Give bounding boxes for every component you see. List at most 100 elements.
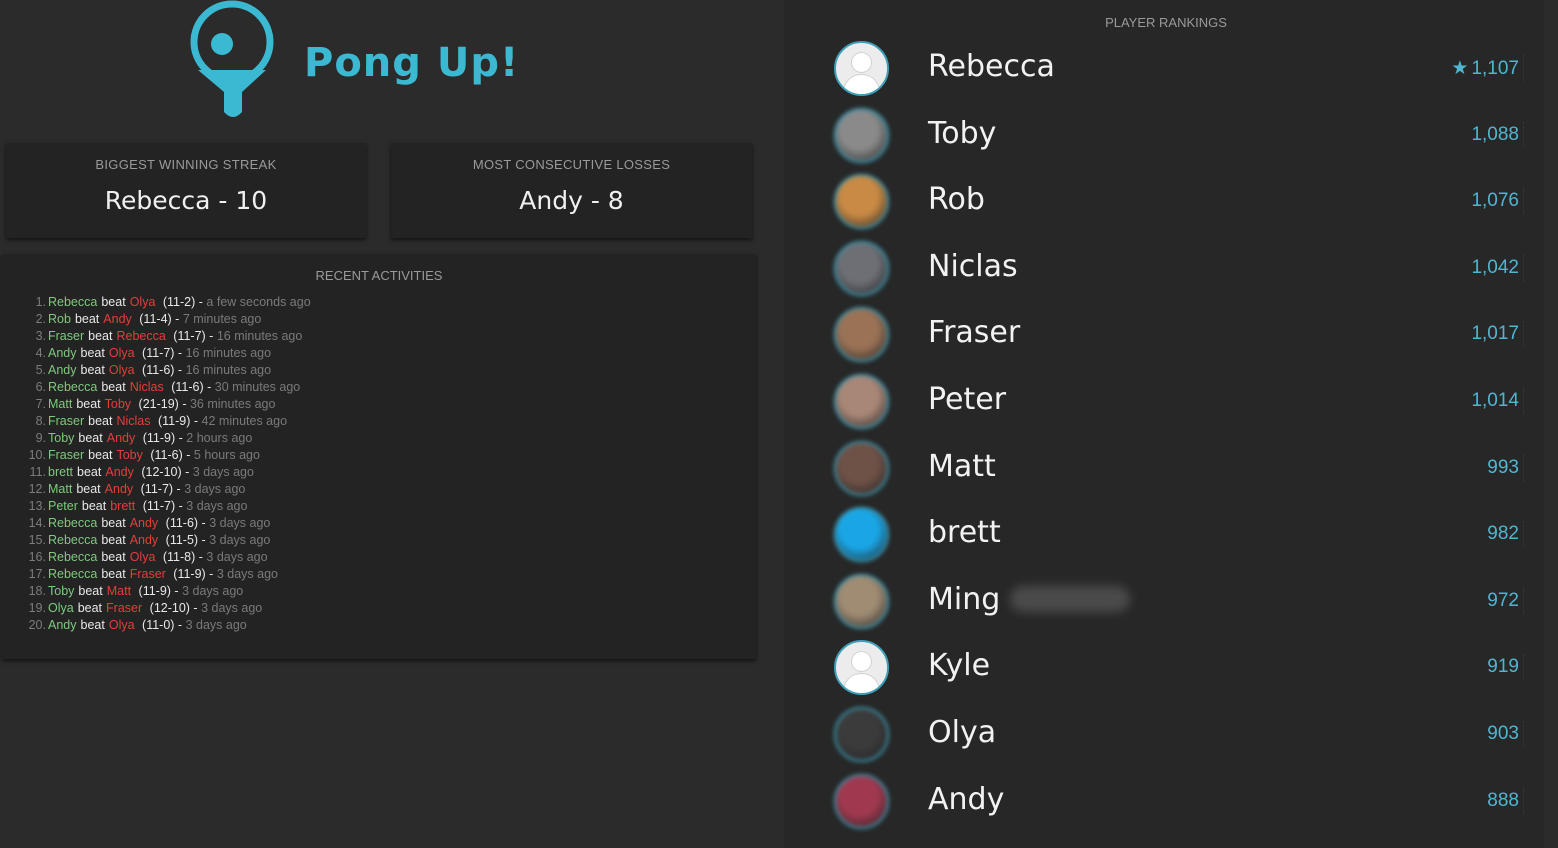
activity-score: (11-6) - — [171, 380, 212, 394]
activity-loser: Olya — [129, 550, 156, 564]
ranking-row[interactable]: Olya 903 — [784, 701, 1544, 767]
player-rating: 903 — [1483, 721, 1524, 747]
activity-item: 3. Fraser beat Rebecca (11-7) - 16 minutes … — [12, 328, 311, 345]
activity-score: (11-2) - — [162, 295, 203, 309]
activity-winner: Matt — [48, 482, 73, 496]
player-rating-value: 1,076 — [1471, 190, 1519, 212]
player-rating: 993 — [1483, 454, 1524, 481]
activity-loser: Andy — [103, 312, 132, 326]
activity-number: 6. — [35, 380, 46, 394]
player-rating: 1,014 — [1467, 388, 1524, 414]
ranking-row[interactable]: Rob 1,076 — [784, 168, 1544, 234]
activity-item: 11. brett beat Andy (12-10) - 3 days ago — [12, 464, 311, 481]
activity-number: 17. — [28, 567, 46, 581]
activity-time: 3 days ago — [182, 584, 244, 598]
player-rating: 1,088 — [1467, 121, 1524, 148]
activity-number: 5. — [35, 363, 46, 377]
activity-loser: Andy — [129, 533, 159, 547]
activity-score: (11-7) - — [173, 329, 214, 343]
player-name: brett — [928, 515, 1001, 551]
ranking-row[interactable]: Matt 993 — [784, 435, 1544, 501]
activity-beat: beat — [101, 533, 126, 547]
activity-item: 17. Rebecca beat Fraser (11-9) - 3 days ago — [12, 566, 311, 583]
activity-beat: beat — [101, 380, 126, 394]
activity-loser: Matt — [106, 584, 132, 598]
activity-beat: beat — [101, 550, 126, 564]
activity-number: 16. — [28, 550, 46, 564]
avatar — [834, 507, 889, 563]
activity-item: 4. Andy beat Olya (11-7) - 16 minutes ago — [12, 345, 311, 362]
avatar — [834, 174, 889, 230]
player-rating-value: 1,088 — [1471, 123, 1519, 145]
activity-item: 19. Olya beat Fraser (12-10) - 3 days ago — [12, 600, 311, 617]
activity-time: 16 minutes ago — [216, 329, 303, 343]
ranking-row[interactable]: Kyle 919 — [784, 634, 1544, 700]
activity-time: 16 minutes ago — [185, 363, 272, 377]
activity-number: 20. — [28, 618, 46, 632]
consecutive-losses-card: MOST CONSECUTIVE LOSSES Andy - 8 — [391, 143, 752, 238]
ranking-row[interactable]: Niclas 1,042 — [784, 235, 1544, 301]
player-name: Rob — [928, 182, 985, 218]
activity-score: (11-6) - — [165, 516, 206, 530]
activity-time: 36 minutes ago — [189, 397, 276, 411]
activity-loser: Olya — [108, 346, 135, 360]
activity-loser: Andy — [106, 431, 136, 445]
player-name: Rebecca — [928, 49, 1055, 84]
ranking-row[interactable]: Andy 888 — [784, 768, 1544, 834]
player-name: Matt — [928, 448, 996, 484]
recent-activities-title: RECENT ACTIVITIES — [315, 268, 443, 283]
avatar — [834, 773, 889, 829]
activity-loser: Andy — [129, 516, 159, 530]
activity-winner: Rebecca — [48, 380, 98, 394]
player-rating: 982 — [1483, 521, 1524, 548]
ranking-row[interactable]: Toby 1,088 — [784, 102, 1544, 168]
activity-score: (11-9) - — [142, 431, 183, 445]
activity-score: (11-5) - — [165, 533, 206, 547]
activity-winner: Olya — [48, 601, 74, 615]
activity-beat: beat — [88, 414, 113, 428]
recent-activities-panel: RECENT ACTIVITIES 1. Rebecca beat Olya (11-… — [2, 254, 756, 659]
activity-beat: beat — [77, 601, 103, 615]
player-rating: 919 — [1483, 654, 1524, 681]
activity-item: 5. Andy beat Olya (11-6) - 16 minutes ago — [12, 362, 311, 379]
player-name: Niclas — [928, 248, 1018, 284]
activity-winner: Rebecca — [48, 295, 98, 309]
activity-winner: Peter — [48, 499, 78, 513]
activity-beat: beat — [78, 431, 103, 445]
ranking-row[interactable]: brett 982 — [784, 501, 1544, 567]
activity-number: 3. — [35, 329, 46, 343]
activity-item: 1. Rebecca beat Olya (11-2) - a few seconds… — [12, 294, 311, 311]
ranking-row[interactable]: Fraser 1,017 — [784, 301, 1544, 367]
activity-item: 2. Rob beat Andy (11-4) - 7 minutes ago — [12, 311, 311, 328]
activity-number: 18. — [28, 584, 46, 598]
ranking-row[interactable]: Ming 972 — [784, 568, 1544, 634]
activity-number: 13. — [28, 499, 46, 513]
user-placeholder-icon — [834, 41, 889, 96]
activity-score: (11-9) - — [138, 584, 179, 598]
activity-number: 19. — [28, 601, 46, 615]
activity-item: 6. Rebecca beat Niclas (11-6) - 30 minutes … — [12, 379, 311, 396]
activity-time: 30 minutes ago — [214, 380, 301, 394]
player-rating-value: 1,014 — [1471, 390, 1519, 411]
player-rating: 972 — [1483, 587, 1524, 614]
activity-item: 10. Fraser beat Toby (11-6) - 5 hours ago — [12, 447, 311, 464]
activity-beat: beat — [76, 397, 101, 411]
app-title: Pong Up! — [304, 40, 520, 86]
activity-score: (11-9) - — [158, 414, 199, 428]
activity-winner: Andy — [48, 346, 77, 360]
player-rankings-title: PLAYER RANKINGS — [1105, 15, 1227, 30]
activity-time: 16 minutes ago — [185, 346, 272, 360]
ranking-row[interactable]: Peter 1,014 — [784, 368, 1544, 434]
activity-beat: beat — [101, 295, 126, 309]
activity-winner: Andy — [48, 363, 77, 377]
activity-number: 14. — [28, 516, 46, 530]
activity-winner: Toby — [48, 584, 75, 598]
activity-loser: Rebecca — [116, 329, 166, 343]
activity-beat: beat — [88, 448, 113, 462]
activity-number: 7. — [35, 397, 46, 411]
activity-item: 14. Rebecca beat Andy (11-6) - 3 days ago — [12, 515, 311, 532]
ranking-row[interactable]: Rebecca ★ 1,107 — [784, 35, 1544, 101]
activity-time: 42 minutes ago — [201, 414, 288, 428]
activity-item: 13. Peter beat brett (11-7) - 3 days ago — [12, 498, 311, 515]
activity-time: 3 days ago — [184, 482, 246, 496]
